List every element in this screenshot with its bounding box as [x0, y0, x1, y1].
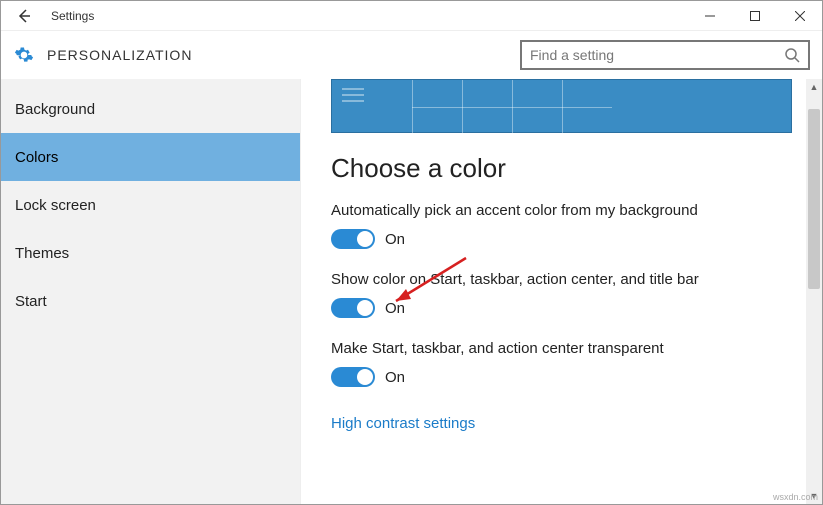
page-heading: Choose a color — [331, 153, 792, 184]
minimize-button[interactable] — [687, 1, 732, 31]
window-title: Settings — [47, 9, 94, 23]
setting-label: Make Start, taskbar, and action center t… — [331, 340, 792, 357]
sidebar-item-label: Colors — [15, 149, 58, 166]
toggle-accent-auto[interactable] — [331, 229, 375, 249]
setting-label: Automatically pick an accent color from … — [331, 202, 792, 219]
sidebar-item-colors[interactable]: Colors — [1, 133, 300, 181]
watermark: wsxdn.com — [773, 492, 818, 502]
high-contrast-link[interactable]: High contrast settings — [331, 415, 475, 432]
scrollbar-thumb[interactable] — [808, 109, 820, 289]
setting-accent-auto: Automatically pick an accent color from … — [331, 202, 792, 249]
back-arrow-icon — [16, 8, 32, 24]
maximize-button[interactable] — [732, 1, 777, 31]
close-button[interactable] — [777, 1, 822, 31]
settings-window: Settings PERSONALIZATION — [0, 0, 823, 505]
search-icon — [784, 47, 800, 63]
setting-show-color: Show color on Start, taskbar, action cen… — [331, 271, 792, 318]
sidebar: Background Colors Lock screen Themes Sta… — [1, 79, 301, 504]
maximize-icon — [750, 11, 760, 21]
search-box[interactable] — [520, 40, 810, 70]
gear-icon — [9, 45, 39, 65]
sidebar-item-label: Lock screen — [15, 197, 96, 214]
back-button[interactable] — [1, 1, 47, 31]
sidebar-item-label: Themes — [15, 245, 69, 262]
toggle-state: On — [385, 300, 405, 317]
titlebar: Settings — [1, 1, 822, 31]
section-title: PERSONALIZATION — [47, 47, 192, 63]
setting-transparent: Make Start, taskbar, and action center t… — [331, 340, 792, 387]
search-input[interactable] — [530, 47, 784, 63]
body: Background Colors Lock screen Themes Sta… — [1, 79, 822, 504]
close-icon — [795, 11, 805, 21]
color-preview — [331, 79, 792, 133]
toggle-show-color[interactable] — [331, 298, 375, 318]
toggle-state: On — [385, 231, 405, 248]
scroll-area: Choose a color Automatically pick an acc… — [301, 79, 822, 504]
setting-label: Show color on Start, taskbar, action cen… — [331, 271, 792, 288]
sidebar-item-lock-screen[interactable]: Lock screen — [1, 181, 300, 229]
toggle-state: On — [385, 369, 405, 386]
sidebar-item-themes[interactable]: Themes — [1, 229, 300, 277]
header: PERSONALIZATION — [1, 31, 822, 79]
window-controls — [687, 1, 822, 31]
sidebar-item-start[interactable]: Start — [1, 277, 300, 325]
sidebar-item-label: Background — [15, 101, 95, 118]
minimize-icon — [705, 11, 715, 21]
scroll-up-icon[interactable]: ▲ — [806, 79, 822, 95]
content: Choose a color Automatically pick an acc… — [301, 79, 822, 504]
scrollbar[interactable]: ▲ ▼ — [806, 79, 822, 504]
sidebar-item-label: Start — [15, 293, 47, 310]
toggle-transparent[interactable] — [331, 367, 375, 387]
sidebar-item-background[interactable]: Background — [1, 85, 300, 133]
